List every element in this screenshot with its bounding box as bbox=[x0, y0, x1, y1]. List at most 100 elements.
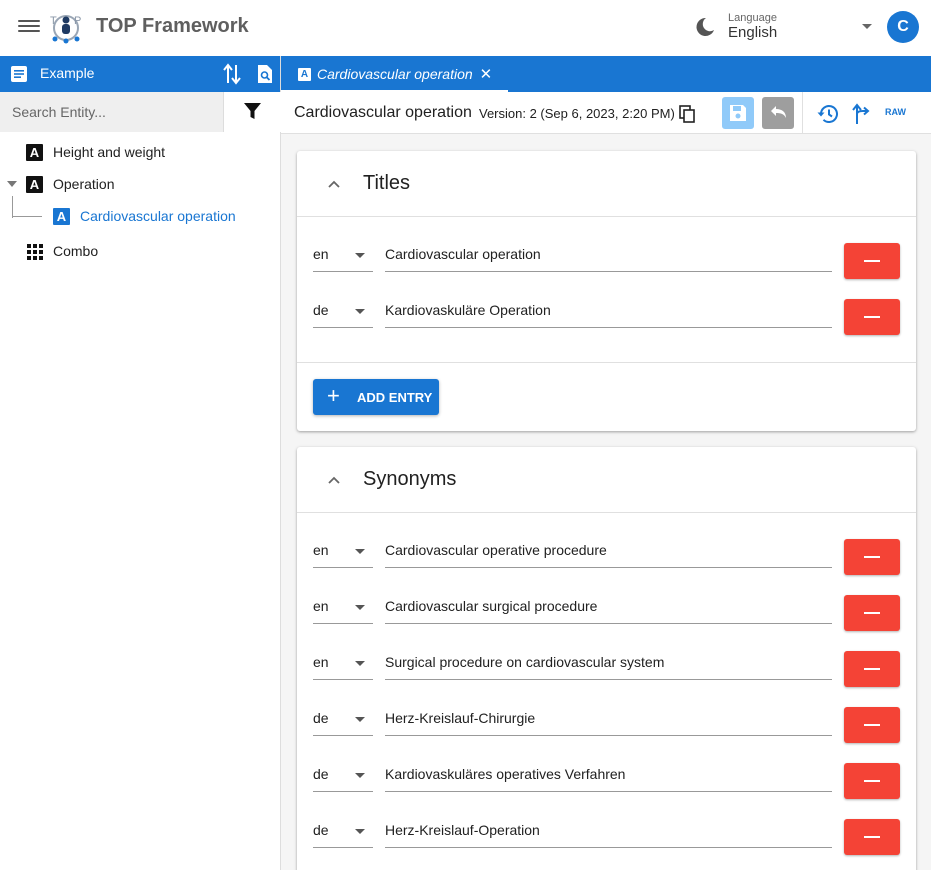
find-in-page-icon[interactable] bbox=[255, 64, 275, 84]
language-dropdown[interactable]: en bbox=[313, 578, 373, 624]
undo-button[interactable] bbox=[762, 97, 794, 129]
tab-label: Cardiovascular operation bbox=[317, 66, 473, 82]
titles-card-footer: + ADD ENTRY bbox=[297, 362, 916, 431]
language-value: English bbox=[728, 24, 778, 41]
language-code: de bbox=[313, 766, 329, 782]
chevron-down-icon[interactable] bbox=[862, 24, 872, 29]
minus-icon bbox=[864, 780, 880, 782]
add-entry-label: ADD ENTRY bbox=[357, 390, 433, 405]
tree-item-label: Cardiovascular operation bbox=[80, 208, 236, 224]
save-button[interactable] bbox=[722, 97, 754, 129]
document-icon bbox=[11, 66, 27, 82]
title-entry: de Kardiovaskuläre Operation bbox=[297, 282, 916, 338]
chevron-down-icon bbox=[355, 605, 365, 610]
synonyms-card-header: Synonyms bbox=[297, 447, 916, 513]
attribute-icon: A bbox=[53, 207, 70, 225]
minus-icon bbox=[864, 260, 880, 262]
raw-button[interactable]: RAW bbox=[885, 107, 906, 117]
svg-text:T: T bbox=[50, 15, 57, 27]
remove-entry-button[interactable] bbox=[844, 299, 900, 335]
title-text-field[interactable]: Cardiovascular operation bbox=[385, 226, 832, 272]
grid-icon bbox=[26, 243, 43, 260]
minus-icon bbox=[864, 724, 880, 726]
language-dropdown[interactable]: de bbox=[313, 282, 373, 328]
expand-caret-icon[interactable] bbox=[7, 181, 17, 187]
language-dropdown[interactable]: en bbox=[313, 522, 373, 568]
language-select[interactable]: Language English bbox=[728, 12, 878, 44]
copy-icon[interactable] bbox=[679, 105, 695, 123]
title-entry: en Cardiovascular operation bbox=[297, 226, 916, 282]
sort-icon[interactable] bbox=[222, 63, 242, 85]
attribute-icon: A bbox=[26, 175, 43, 193]
language-caption: Language bbox=[728, 12, 777, 24]
language-dropdown[interactable]: de bbox=[313, 690, 373, 736]
remove-entry-button[interactable] bbox=[844, 651, 900, 687]
fork-icon[interactable] bbox=[852, 103, 872, 125]
add-entry-button[interactable]: + ADD ENTRY bbox=[313, 379, 439, 415]
synonyms-card: Synonyms en Cardiovascular operative pro… bbox=[297, 447, 916, 870]
synonym-text-field[interactable]: Herz-Kreislauf-Chirurgie bbox=[385, 690, 832, 736]
tree-item-cardiovascular-operation[interactable]: A Cardiovascular operation bbox=[53, 204, 236, 228]
top-framework-logo: T P bbox=[50, 15, 81, 44]
chevron-up-icon[interactable] bbox=[327, 177, 341, 191]
remove-entry-button[interactable] bbox=[844, 819, 900, 855]
synonym-text-field[interactable]: Herz-Kreislauf-Operation bbox=[385, 802, 832, 848]
synonym-entry: de Herz-Kreislauf-Chirurgie bbox=[297, 690, 916, 746]
titles-card: Titles en Cardiovascular operation de Ka… bbox=[297, 151, 916, 431]
chevron-down-icon bbox=[355, 829, 365, 834]
chevron-down-icon bbox=[355, 549, 365, 554]
synonyms-heading: Synonyms bbox=[363, 468, 457, 490]
save-icon bbox=[730, 105, 746, 121]
synonym-entry: en Cardiovascular surgical procedure bbox=[297, 578, 916, 634]
entity-editor: Titles en Cardiovascular operation de Ka… bbox=[281, 134, 931, 870]
minus-icon bbox=[864, 316, 880, 318]
app-bar: T P TOP Framework Language English C bbox=[0, 0, 931, 56]
language-code: en bbox=[313, 598, 329, 614]
titles-heading: Titles bbox=[363, 172, 411, 194]
entity-name: Cardiovascular operation bbox=[294, 104, 472, 121]
tree-item-height-and-weight[interactable]: A Height and weight bbox=[26, 140, 165, 164]
title-text-field[interactable]: Kardiovaskuläre Operation bbox=[385, 282, 832, 328]
language-dropdown[interactable]: en bbox=[313, 226, 373, 272]
filter-icon bbox=[244, 103, 261, 119]
tree-item-combo[interactable]: Combo bbox=[26, 239, 98, 263]
remove-entry-button[interactable] bbox=[844, 539, 900, 575]
repository-header: Example bbox=[0, 56, 280, 92]
minus-icon bbox=[864, 836, 880, 838]
remove-entry-button[interactable] bbox=[844, 595, 900, 631]
tab-cardiovascular-operation[interactable]: A Cardiovascular operation ✕ bbox=[281, 56, 508, 92]
language-dropdown[interactable]: de bbox=[313, 746, 373, 792]
filter-button[interactable] bbox=[224, 92, 281, 132]
chevron-down-icon bbox=[355, 253, 365, 258]
language-dropdown[interactable]: en bbox=[313, 634, 373, 680]
tree-item-operation[interactable]: A Operation bbox=[26, 172, 114, 196]
history-icon[interactable] bbox=[817, 103, 839, 125]
synonym-text-field[interactable]: Cardiovascular operative procedure bbox=[385, 522, 832, 568]
synonym-entry: de Kardiovaskuläres operatives Verfahren bbox=[297, 746, 916, 802]
language-code: en bbox=[313, 246, 329, 262]
synonym-text-field[interactable]: Cardiovascular surgical procedure bbox=[385, 578, 832, 624]
tree-item-label: Combo bbox=[53, 243, 99, 259]
dark-mode-icon[interactable] bbox=[694, 16, 716, 38]
tree-item-label: Height and weight bbox=[53, 144, 166, 160]
synonym-text-field[interactable]: Surgical procedure on cardiovascular sys… bbox=[385, 634, 832, 680]
chevron-up-icon[interactable] bbox=[327, 473, 341, 487]
remove-entry-button[interactable] bbox=[844, 243, 900, 279]
synonym-text-field[interactable]: Kardiovaskuläres operatives Verfahren bbox=[385, 746, 832, 792]
user-avatar[interactable]: C bbox=[887, 11, 919, 43]
synonym-entry: en Cardiovascular operative procedure bbox=[297, 522, 916, 578]
synonym-entry: de Herz-Kreislauf-Operation bbox=[297, 802, 916, 858]
search-entity-input[interactable] bbox=[0, 92, 224, 132]
titles-card-header: Titles bbox=[297, 151, 916, 217]
app-title: TOP Framework bbox=[96, 15, 249, 37]
language-dropdown[interactable]: de bbox=[313, 802, 373, 848]
remove-entry-button[interactable] bbox=[844, 763, 900, 799]
remove-entry-button[interactable] bbox=[844, 707, 900, 743]
chevron-down-icon bbox=[355, 661, 365, 666]
language-code: en bbox=[313, 542, 329, 558]
menu-icon[interactable] bbox=[18, 17, 40, 39]
language-code: de bbox=[313, 822, 329, 838]
tree-connector bbox=[12, 196, 13, 218]
close-icon[interactable]: ✕ bbox=[480, 65, 493, 83]
language-code: de bbox=[313, 302, 329, 318]
